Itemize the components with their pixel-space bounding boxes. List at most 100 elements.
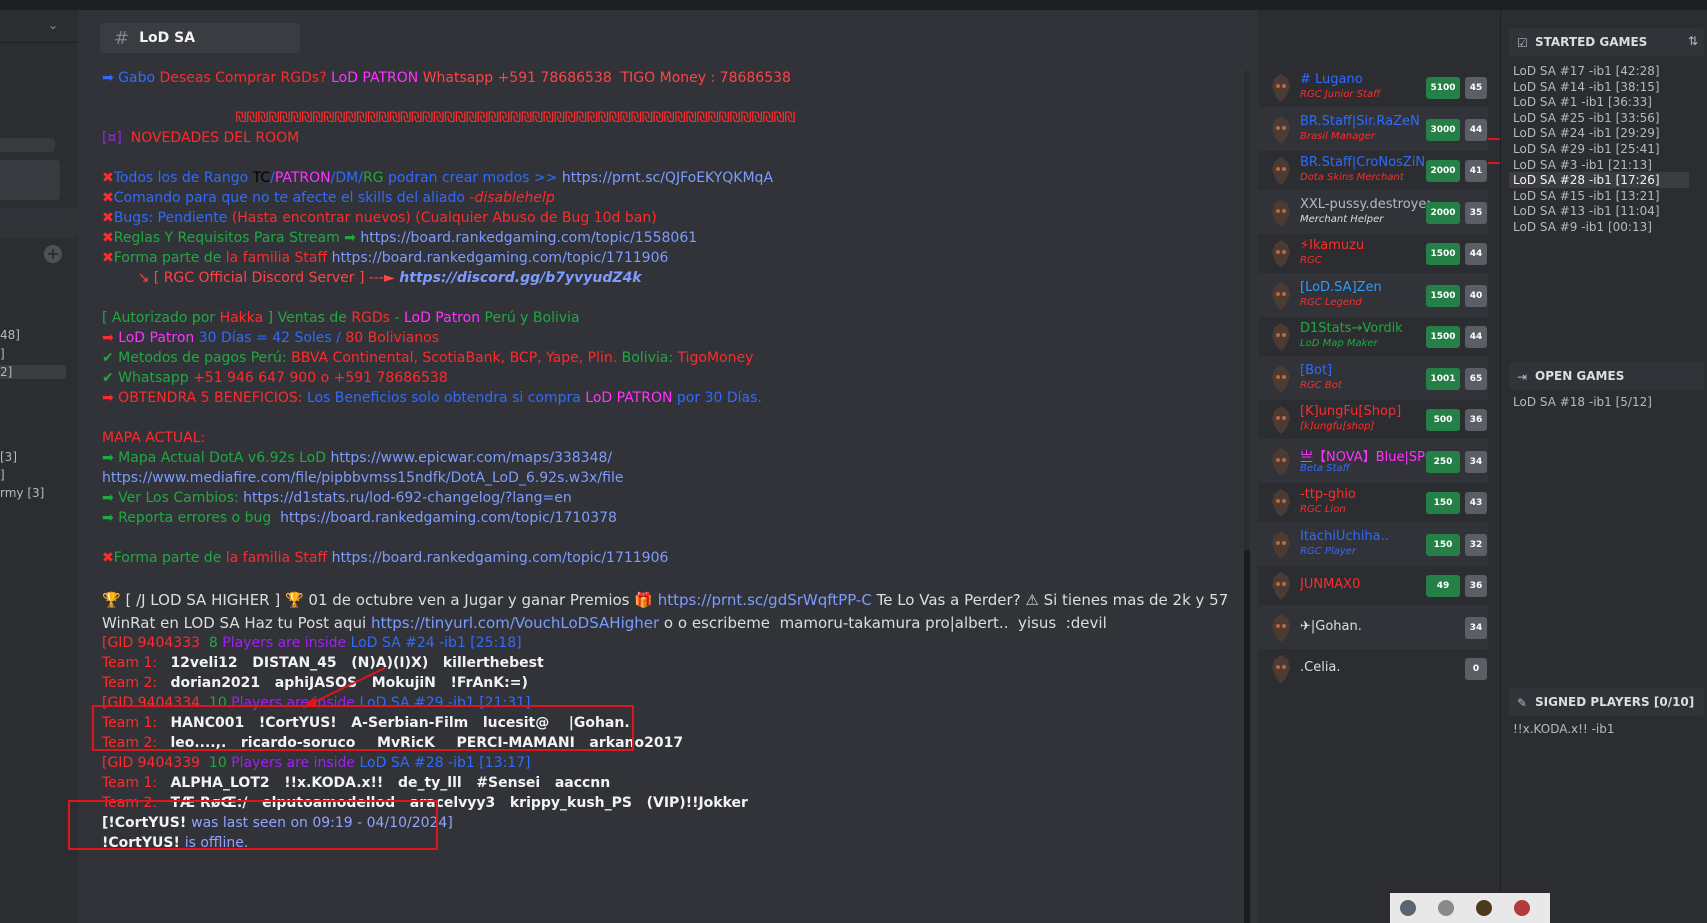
started-game-item[interactable]: LoD SA #28 -ib1 [17:26] xyxy=(1513,173,1660,187)
chat-message: ✖Forma parte de la familia Staff https:/… xyxy=(102,248,668,268)
message-text: 10 xyxy=(204,755,232,771)
chat-message: https://www.mediafire.com/file/pipbbvmss… xyxy=(102,468,623,488)
started-game-item[interactable]: LoD SA #29 -ib1 [25:41] xyxy=(1513,142,1660,156)
member-row[interactable]: JUNMAX0 49 36 xyxy=(1258,563,1488,607)
count-badge: 45 xyxy=(1465,77,1487,99)
app-icon[interactable] xyxy=(1476,900,1492,916)
message-text: Todos los de Rango xyxy=(113,170,253,186)
member-row[interactable]: ⚡Ikamuzu RGC 1500 44 xyxy=(1258,231,1488,275)
chat-message: ↘ [ RGC Official Discord Server ] ---► h… xyxy=(102,268,642,288)
sidebar-item[interactable]: ] xyxy=(0,347,5,361)
signed-player-item[interactable]: !!x.KODA.x!! -ib1 xyxy=(1513,722,1615,736)
message-text: podran crear modos >> xyxy=(387,170,562,186)
chat-message: ➡ OBTENDRA 5 BENEFICIOS: Los Beneficios … xyxy=(102,388,762,408)
count-badge: 34 xyxy=(1465,450,1487,473)
member-row[interactable]: [Bot] RGC Bot 1001 65 xyxy=(1258,355,1488,400)
message-link[interactable]: https://d1stats.ru/lod-692-changelog/?la… xyxy=(243,490,572,506)
message-text: Forma parte de xyxy=(113,550,226,566)
started-game-item[interactable]: LoD SA #1 -ib1 [36:33] xyxy=(1513,95,1652,109)
message-link[interactable]: https://www.epicwar.com/maps/338348/ xyxy=(330,450,612,466)
started-game-item[interactable]: LoD SA #9 -ib1 [00:13] xyxy=(1513,220,1652,234)
started-game-item[interactable]: LoD SA #14 -ib1 [38:15] xyxy=(1513,80,1660,94)
message-text: 30 Días = 42 Soles / xyxy=(198,330,346,346)
chat-message: [¤] NOVEDADES DEL ROOM xyxy=(102,128,299,148)
started-game-item[interactable]: LoD SA #3 -ib1 [21:13] xyxy=(1513,158,1652,172)
add-icon[interactable]: + xyxy=(44,245,62,263)
sort-icon[interactable]: ⇅ xyxy=(1688,34,1698,48)
sidebar-item[interactable]: rmy [3] xyxy=(0,486,44,500)
chat-message: ✖Comando para que no te afecte el skills… xyxy=(102,188,555,208)
chevron-down-icon[interactable]: ⌄ xyxy=(48,18,58,32)
message-link[interactable]: https://board.rankedgaming.com/topic/171… xyxy=(332,250,669,266)
channel-header[interactable]: # LoD SA xyxy=(100,23,300,53)
member-row[interactable]: .Celia. 0 xyxy=(1258,646,1488,690)
sidebar-item[interactable]: 2] xyxy=(0,365,66,379)
member-role: Brasil Manager xyxy=(1300,130,1375,142)
message-link[interactable]: https://prnt.sc/gdSrWqftPP-C xyxy=(658,591,872,609)
message-text: Forma parte de xyxy=(113,250,226,266)
started-game-item[interactable]: LoD SA #15 -ib1 [13:21] xyxy=(1513,189,1660,203)
member-row[interactable]: [K]ungFu[Shop] [k]ungfu[shop] 500 36 xyxy=(1258,397,1488,441)
message-text: ✔ Whatsapp xyxy=(102,370,194,386)
avatar-icon xyxy=(1272,655,1290,683)
member-row[interactable]: ✈|Gohan. 34 xyxy=(1258,604,1488,649)
member-row[interactable]: [LoD.SA]Zen RGC Legend 1500 40 xyxy=(1258,272,1488,317)
app-icon[interactable] xyxy=(1514,900,1530,916)
cloud-icon[interactable] xyxy=(1438,900,1454,916)
message-link[interactable]: https://board.rankedgaming.com/topic/155… xyxy=(360,230,697,246)
checkbox-icon: ☑ xyxy=(1517,36,1528,50)
started-games-header[interactable]: ☑ STARTED GAMES ⇅ xyxy=(1509,28,1704,56)
message-link[interactable]: https://tinyurl.com/VouchLoDSAHigher xyxy=(371,614,659,632)
count-badge: 34 xyxy=(1465,616,1487,639)
avatar-icon xyxy=(1272,447,1290,476)
message-text: Whatsapp +591 78686538 TIGO Money : 7868… xyxy=(422,70,791,86)
avatar-icon xyxy=(1272,364,1290,393)
member-row[interactable]: # Lugano RGC Junior Staff 5100 45 xyxy=(1258,65,1488,109)
message-text: [ Autorizado por xyxy=(102,310,220,326)
scrollbar-thumb[interactable] xyxy=(1244,550,1250,923)
sidebar-item[interactable]: ] xyxy=(0,468,5,482)
count-badge: 44 xyxy=(1465,326,1487,348)
message-link[interactable]: https://board.rankedgaming.com/topic/171… xyxy=(280,510,617,526)
message-text: Los Beneficios solo obtendra si compra xyxy=(306,390,586,406)
channel-title: LoD SA xyxy=(139,30,196,46)
shield-icon[interactable] xyxy=(1400,900,1416,916)
points-badge: 1500 xyxy=(1426,284,1460,307)
sidebar-item[interactable]: 48] xyxy=(0,328,20,342)
sidebar-header[interactable]: ⌄ xyxy=(0,10,78,43)
started-game-item[interactable]: LoD SA #17 -ib1 [42:28] xyxy=(1513,64,1660,78)
sidebar-item[interactable]: [3] xyxy=(0,450,17,464)
message-link[interactable]: https://prnt.sc/QJFoEKYQKMqA xyxy=(562,170,773,186)
message-text: LoD Patron xyxy=(118,330,199,346)
count-badge: 43 xyxy=(1465,492,1487,514)
signed-players-header[interactable]: ✎ SIGNED PLAYERS [0/10] xyxy=(1509,688,1704,716)
started-game-item[interactable]: LoD SA #24 -ib1 [29:29] xyxy=(1513,126,1660,140)
member-row[interactable]: -ttp-ghio RGC Lion 150 43 xyxy=(1258,480,1488,524)
count-badge: 44 xyxy=(1465,243,1487,265)
message-link[interactable]: https://board.rankedgaming.com/topic/171… xyxy=(332,550,669,566)
points-badge: 150 xyxy=(1426,492,1460,514)
open-games-title: OPEN GAMES xyxy=(1535,369,1625,383)
highlight-box xyxy=(92,705,634,751)
open-game-item[interactable]: LoD SA #18 -ib1 [5/12] xyxy=(1513,395,1652,409)
member-row[interactable]: BR.Staff|Sir.RaZeN Brasil Manager 3000 44 xyxy=(1258,106,1488,151)
signed-players-title: SIGNED PLAYERS [0/10] xyxy=(1535,695,1695,709)
member-row[interactable]: D1Stats→Vordik LoD Map Maker 1500 44 xyxy=(1258,314,1488,358)
started-game-item[interactable]: LoD SA #13 -ib1 [11:04] xyxy=(1513,204,1660,218)
message-link[interactable]: https://www.mediafire.com/file/pipbbvmss… xyxy=(102,470,623,486)
message-link[interactable]: https://discord.gg/b7yvyudZ4k xyxy=(399,270,641,286)
member-row[interactable]: XXL-pussy.destroyer Merchant Helper 2000 35 xyxy=(1258,189,1488,234)
started-game-item[interactable]: LoD SA #25 -ib1 [33:56] xyxy=(1513,111,1660,125)
member-row[interactable]: ItachiUchiha.. RGC Player 150 32 xyxy=(1258,521,1488,566)
member-row[interactable]: 亗【NOVA】Blue|SPOR Beta Staff 250 34 xyxy=(1258,438,1488,483)
message-text: [GID 9404333 xyxy=(102,635,205,651)
message-text: [¤] xyxy=(102,130,131,146)
avatar-icon xyxy=(1272,198,1290,227)
message-text: Team 2: xyxy=(102,675,171,691)
message-text: RGDs xyxy=(351,310,395,326)
member-row[interactable]: BR.Staff|CroNosZiN Dota Skins Merchant 200… xyxy=(1258,148,1488,192)
open-games-header[interactable]: ⇥ OPEN GAMES xyxy=(1509,362,1704,390)
message-text: ✔ Metodos de pagos Perú: xyxy=(102,350,292,366)
avatar-icon xyxy=(1272,323,1290,351)
message-text: ➡ OBTENDRA 5 BENEFICIOS: xyxy=(102,390,307,406)
